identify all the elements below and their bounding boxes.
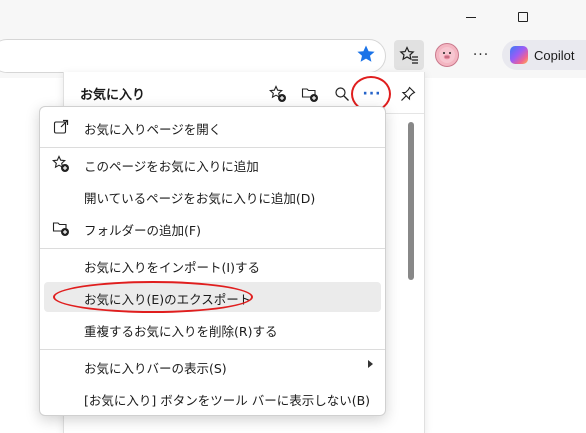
copilot-icon bbox=[510, 46, 528, 64]
menu-separator bbox=[40, 147, 385, 148]
add-folder-button[interactable] bbox=[298, 82, 322, 106]
favorites-scrollbar[interactable] bbox=[408, 122, 414, 280]
favorites-button[interactable] bbox=[394, 40, 424, 70]
menu-item-add-folder[interactable]: フォルダーの追加(F) bbox=[44, 213, 381, 243]
folder-add-icon bbox=[301, 88, 318, 102]
minimize-button[interactable] bbox=[448, 0, 494, 34]
folder-add-icon bbox=[52, 219, 70, 237]
avatar bbox=[435, 43, 459, 67]
maximize-button[interactable] bbox=[500, 0, 546, 34]
settings-more-button[interactable]: ··· bbox=[466, 40, 496, 70]
menu-item-label: お気に入りをインポート(I)する bbox=[84, 260, 260, 275]
favorites-title: お気に入り bbox=[80, 88, 146, 103]
menu-separator bbox=[40, 248, 385, 249]
title-bar bbox=[0, 0, 586, 34]
star-add-icon bbox=[52, 155, 70, 173]
menu-item-add-this-page[interactable]: このページをお気に入りに追加 bbox=[44, 149, 381, 179]
more-icon: ··· bbox=[472, 47, 490, 63]
favorite-star-icon[interactable] bbox=[356, 44, 376, 64]
maximize-icon bbox=[518, 12, 528, 22]
pin-panel-button[interactable] bbox=[396, 82, 420, 106]
menu-item-label: 開いているページをお気に入りに追加(D) bbox=[84, 191, 316, 206]
search-icon bbox=[335, 87, 349, 101]
copilot-label: Copilot bbox=[534, 47, 575, 63]
menu-item-hide-favorites-button[interactable]: [お気に入り] ボタンをツール バーに表示しない(B) bbox=[44, 383, 381, 413]
pin-icon bbox=[401, 86, 416, 101]
menu-item-open-favorites-page[interactable]: お気に入りページを開く bbox=[44, 112, 381, 142]
menu-item-label: お気に入りバーの表示(S) bbox=[84, 361, 227, 376]
open-external-icon bbox=[52, 118, 70, 136]
highlight-oval-export bbox=[53, 281, 253, 313]
menu-item-add-open-pages[interactable]: 開いているページをお気に入りに追加(D) bbox=[44, 181, 381, 211]
menu-item-label: お気に入りページを開く bbox=[84, 122, 222, 137]
copilot-button[interactable]: Copilot bbox=[502, 40, 586, 70]
menu-item-import[interactable]: お気に入りをインポート(I)する bbox=[44, 250, 381, 280]
menu-item-label: 重複するお気に入りを削除(R)する bbox=[84, 324, 278, 339]
chevron-right-icon bbox=[368, 360, 373, 368]
add-favorite-button[interactable] bbox=[266, 82, 290, 106]
menu-separator bbox=[40, 349, 385, 350]
menu-item-remove-duplicates[interactable]: 重複するお気に入りを削除(R)する bbox=[44, 314, 381, 344]
pig-avatar-icon bbox=[439, 47, 455, 63]
menu-item-label: このページをお気に入りに追加 bbox=[84, 159, 259, 174]
favorites-list-icon bbox=[399, 46, 418, 64]
favorites-context-menu: お気に入りページを開く このページをお気に入りに追加 開いているページをお気に入… bbox=[39, 106, 386, 416]
minimize-icon bbox=[466, 16, 476, 18]
menu-item-label: フォルダーの追加(F) bbox=[84, 223, 201, 238]
menu-item-show-favorites-bar[interactable]: お気に入りバーの表示(S) bbox=[44, 351, 381, 381]
profile-button[interactable] bbox=[432, 40, 462, 70]
menu-item-label: [お気に入り] ボタンをツール バーに表示しない(B) bbox=[84, 393, 371, 408]
address-bar[interactable] bbox=[0, 39, 386, 73]
star-add-icon bbox=[269, 85, 286, 102]
